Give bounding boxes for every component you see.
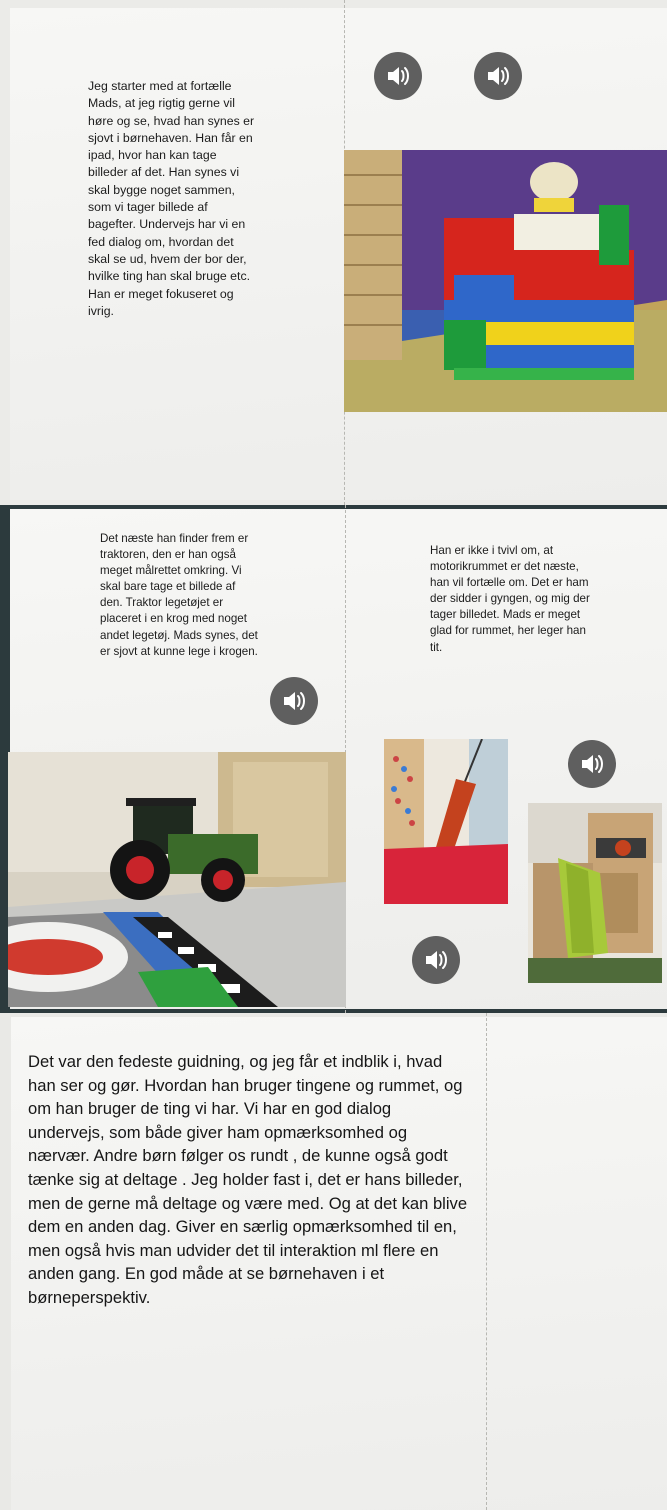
spread-3-fold	[486, 1013, 487, 1510]
audio-button-1a[interactable]	[374, 52, 422, 100]
spread-3-text: Det var den fedeste guidning, og jeg får…	[28, 1052, 468, 1307]
speaker-icon	[582, 755, 603, 773]
speaker-icon	[388, 67, 409, 85]
audio-button-2c[interactable]	[412, 936, 460, 984]
spread-2-left-text: Det næste han finder frem er traktoren, …	[100, 532, 258, 658]
book-spread-1: Jeg starter med at fortælle Mads, at jeg…	[0, 0, 667, 505]
spread-2-right-text: Han er ikke i tvivl om, at motorikrummet…	[430, 544, 590, 654]
book-spread-3: Det var den fedeste guidning, og jeg får…	[0, 1013, 667, 1510]
audio-button-2a[interactable]	[270, 677, 318, 725]
lego-house-photo	[344, 150, 667, 412]
speaker-icon	[426, 951, 447, 969]
hammock-swing-photo	[384, 739, 508, 904]
play-house-photo	[528, 803, 662, 983]
audio-button-1b[interactable]	[474, 52, 522, 100]
tractor-photo	[8, 752, 346, 1007]
speaker-icon	[284, 692, 305, 710]
book-spread-2: Det næste han finder frem er traktoren, …	[0, 505, 667, 1013]
speaker-icon	[488, 67, 509, 85]
spread-1-left-text: Jeg starter med at fortælle Mads, at jeg…	[88, 79, 255, 318]
audio-button-2b[interactable]	[568, 740, 616, 788]
